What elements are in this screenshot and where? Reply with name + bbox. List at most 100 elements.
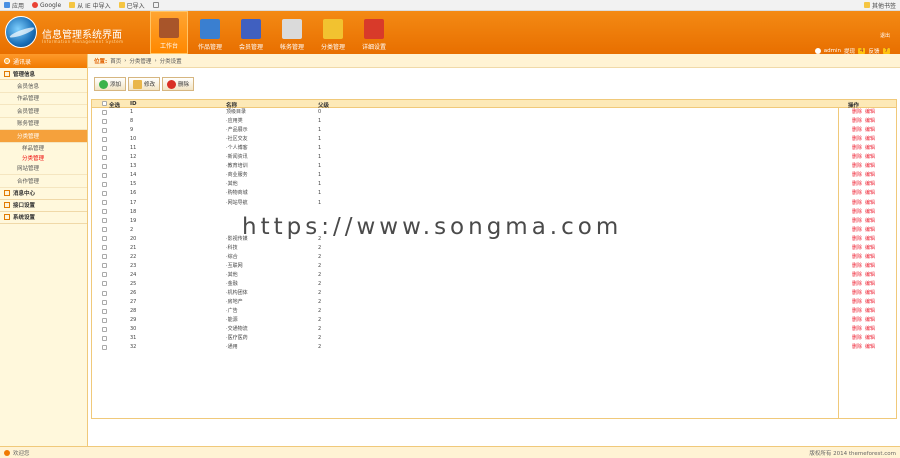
row-edit-link[interactable]: 编辑: [865, 127, 875, 133]
row-delete-link[interactable]: 删除: [852, 308, 862, 314]
row-checkbox[interactable]: [102, 218, 107, 224]
row-delete-link[interactable]: 删除: [852, 326, 862, 332]
row-edit-link[interactable]: 编辑: [865, 335, 875, 341]
row-delete-link[interactable]: 删除: [852, 236, 862, 242]
row-delete-link[interactable]: 删除: [852, 200, 862, 206]
sidebar-section-manage[interactable]: 管理信息: [0, 68, 87, 80]
bookmark-ie-import[interactable]: 从 IE 中导入: [69, 1, 111, 10]
row-delete-link[interactable]: 删除: [852, 163, 862, 169]
row-edit-link[interactable]: 编辑: [865, 109, 875, 115]
add-button[interactable]: 添加: [94, 77, 127, 91]
row-edit-link[interactable]: 编辑: [865, 145, 875, 151]
row-edit-link[interactable]: 编辑: [865, 236, 875, 242]
bookmark-page[interactable]: [152, 2, 159, 8]
sidebar-subitem[interactable]: 分类管理: [0, 153, 87, 163]
row-edit-link[interactable]: 编辑: [865, 263, 875, 269]
row-checkbox[interactable]: [102, 299, 107, 305]
sidebar-item[interactable]: 会员管理: [0, 105, 87, 118]
select-all-checkbox[interactable]: [102, 101, 107, 106]
row-checkbox[interactable]: [102, 136, 107, 142]
sidebar-item[interactable]: 网站管理: [0, 163, 87, 175]
bookmark-apps[interactable]: 应用: [4, 1, 24, 10]
row-checkbox[interactable]: [102, 227, 107, 233]
sidebar-item[interactable]: 账务管理: [0, 118, 87, 130]
row-checkbox[interactable]: [102, 190, 107, 196]
row-delete-link[interactable]: 删除: [852, 245, 862, 251]
row-delete-link[interactable]: 删除: [852, 272, 862, 278]
row-edit-link[interactable]: 编辑: [865, 290, 875, 296]
row-checkbox[interactable]: [102, 326, 107, 332]
row-checkbox[interactable]: [102, 127, 107, 133]
row-edit-link[interactable]: 编辑: [865, 163, 875, 169]
row-delete-link[interactable]: 删除: [852, 145, 862, 151]
row-checkbox[interactable]: [102, 145, 107, 151]
sidebar-item[interactable]: 合作管理: [0, 175, 87, 188]
row-delete-link[interactable]: 删除: [852, 181, 862, 187]
bookmark-others[interactable]: 其他书签: [863, 1, 896, 10]
nav-tab-4[interactable]: 分类管理: [314, 11, 352, 54]
row-edit-link[interactable]: 编辑: [865, 218, 875, 224]
row-checkbox[interactable]: [102, 109, 107, 115]
nav-tab-2[interactable]: 会员管理: [232, 11, 270, 54]
bookmark-google[interactable]: Google: [32, 2, 61, 9]
row-edit-link[interactable]: 编辑: [865, 272, 875, 278]
nav-tab-5[interactable]: 详细设置: [355, 11, 393, 54]
row-delete-link[interactable]: 删除: [852, 317, 862, 323]
row-edit-link[interactable]: 编辑: [865, 344, 875, 350]
row-delete-link[interactable]: 删除: [852, 127, 862, 133]
row-delete-link[interactable]: 删除: [852, 254, 862, 260]
row-delete-link[interactable]: 删除: [852, 118, 862, 124]
row-delete-link[interactable]: 删除: [852, 335, 862, 341]
row-edit-link[interactable]: 编辑: [865, 227, 875, 233]
row-checkbox[interactable]: [102, 245, 107, 251]
sidebar-item[interactable]: 分类管理: [0, 130, 87, 143]
sidebar-section[interactable]: 接口设置: [0, 200, 87, 212]
row-checkbox[interactable]: [102, 163, 107, 169]
row-edit-link[interactable]: 编辑: [865, 190, 875, 196]
row-checkbox[interactable]: [102, 308, 107, 314]
row-delete-link[interactable]: 删除: [852, 190, 862, 196]
row-edit-link[interactable]: 编辑: [865, 200, 875, 206]
row-delete-link[interactable]: 删除: [852, 263, 862, 269]
row-edit-link[interactable]: 编辑: [865, 154, 875, 160]
row-checkbox[interactable]: [102, 263, 107, 269]
row-delete-link[interactable]: 删除: [852, 290, 862, 296]
row-delete-link[interactable]: 删除: [852, 281, 862, 287]
row-checkbox[interactable]: [102, 209, 107, 215]
row-delete-link[interactable]: 删除: [852, 209, 862, 215]
row-delete-link[interactable]: 删除: [852, 136, 862, 142]
row-edit-link[interactable]: 编辑: [865, 308, 875, 314]
delete-button[interactable]: 删除: [162, 77, 195, 91]
row-delete-link[interactable]: 删除: [852, 109, 862, 115]
row-delete-link[interactable]: 删除: [852, 299, 862, 305]
breadcrumb-home[interactable]: 首页: [110, 57, 121, 65]
row-delete-link[interactable]: 删除: [852, 218, 862, 224]
row-edit-link[interactable]: 编辑: [865, 118, 875, 124]
row-edit-link[interactable]: 编辑: [865, 254, 875, 260]
sidebar-item[interactable]: 作品管理: [0, 93, 87, 105]
row-checkbox[interactable]: [102, 290, 107, 296]
sidebar-subitem[interactable]: 样品管理: [0, 143, 87, 153]
row-edit-link[interactable]: 编辑: [865, 181, 875, 187]
row-edit-link[interactable]: 编辑: [865, 281, 875, 287]
sidebar-contacts[interactable]: 通讯录: [0, 54, 87, 68]
row-edit-link[interactable]: 编辑: [865, 299, 875, 305]
row-checkbox[interactable]: [102, 118, 107, 124]
row-checkbox[interactable]: [102, 335, 107, 341]
nav-tab-3[interactable]: 帐务管理: [273, 11, 311, 54]
row-checkbox[interactable]: [102, 254, 107, 260]
exit-link[interactable]: 退出: [880, 32, 890, 39]
sidebar-section[interactable]: 系统设置: [0, 212, 87, 224]
row-edit-link[interactable]: 编辑: [865, 209, 875, 215]
row-checkbox[interactable]: [102, 200, 107, 205]
sidebar-item[interactable]: 会员信息: [0, 80, 87, 93]
row-checkbox[interactable]: [102, 272, 107, 278]
row-checkbox[interactable]: [102, 154, 107, 160]
row-delete-link[interactable]: 删除: [852, 344, 862, 350]
row-edit-link[interactable]: 编辑: [865, 317, 875, 323]
row-checkbox[interactable]: [102, 317, 107, 323]
row-checkbox[interactable]: [102, 172, 107, 178]
row-edit-link[interactable]: 编辑: [865, 172, 875, 178]
row-edit-link[interactable]: 编辑: [865, 245, 875, 251]
row-delete-link[interactable]: 删除: [852, 172, 862, 178]
